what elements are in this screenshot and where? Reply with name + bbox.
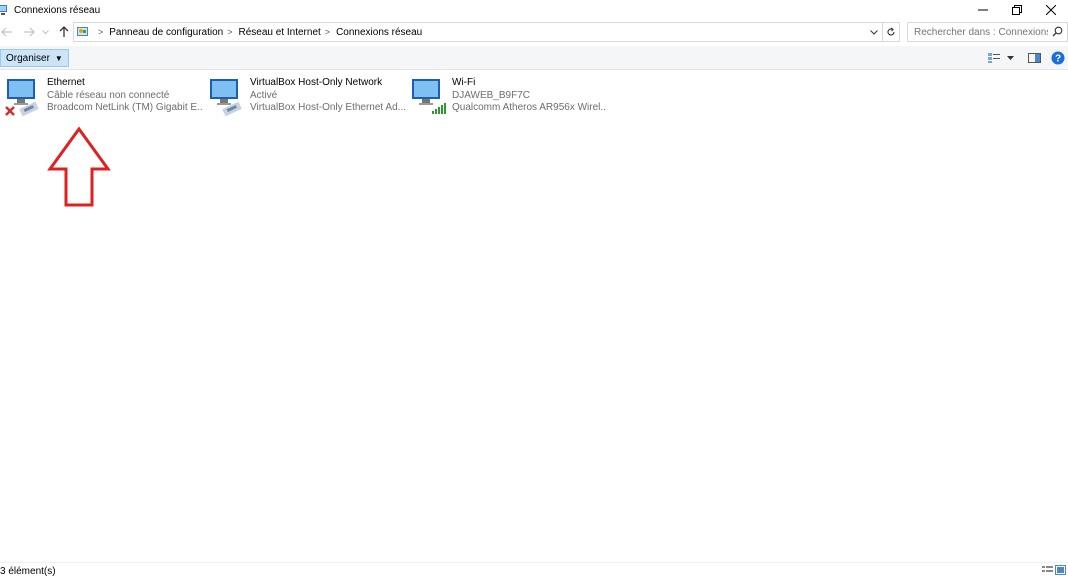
status-bar: 3 élément(s) [0,562,1068,580]
window-controls [966,0,1068,20]
close-button[interactable] [1034,0,1068,20]
connection-item-wifi[interactable]: Wi-Fi DJAWEB_B9F7C Qualcomm Atheros AR95… [405,75,607,119]
view-dropdown-button[interactable] [1004,49,1016,67]
search-icon [1052,26,1063,37]
address-bar[interactable]: > Panneau de configuration > Réseau et I… [73,22,900,42]
breadcrumb-network-connections[interactable]: Connexions réseau [336,27,422,38]
view-options: ? [984,49,1068,67]
red-up-arrow-icon [47,126,111,207]
command-bar: Organiser ▼ ? [0,46,1068,70]
refresh-button[interactable] [882,23,899,41]
breadcrumb-separator: > [324,27,331,37]
organize-label: Organiser [6,52,50,64]
navigation-bar: > Panneau de configuration > Réseau et I… [0,20,1068,44]
preview-pane-icon [1027,53,1041,63]
preview-pane-button[interactable] [1024,49,1044,67]
forward-arrow-icon [24,27,35,37]
connection-device: Broadcom NetLink (TM) Gigabit E... [47,102,202,113]
large-icons-view-icon [1055,565,1066,575]
item-count: 3 élément(s) [0,566,56,577]
chevron-down-icon [41,29,49,34]
organize-button[interactable]: Organiser ▼ [0,49,69,67]
window-title: Connexions réseau [14,4,101,16]
breadcrumb-network-internet[interactable]: Réseau et Internet [239,27,321,38]
restore-button[interactable] [1000,0,1034,20]
connection-device: VirtualBox Host-Only Ethernet Ad... [250,102,405,113]
refresh-icon [887,27,895,36]
connection-text: VirtualBox Host-Only Network Activé Virt… [250,77,405,115]
details-view-icon [1042,566,1053,572]
up-arrow-icon [59,26,69,37]
caret-down-icon: ▼ [54,53,63,63]
connection-item-virtualbox[interactable]: VirtualBox Host-Only Network Activé Virt… [203,75,405,119]
control-panel-icon [77,27,88,36]
status-view-buttons [1042,565,1066,578]
change-view-button[interactable] [984,49,1004,67]
search-input[interactable] [908,26,1048,38]
connection-text: Wi-Fi DJAWEB_B9F7C Qualcomm Atheros AR95… [452,77,607,115]
breadcrumb-separator: > [227,27,233,37]
connection-text: Ethernet Câble réseau non connecté Broad… [47,77,202,115]
svg-text:?: ? [1055,54,1061,65]
help-icon: ? [1051,51,1065,65]
view-details-icon [988,53,1000,63]
connection-name: Ethernet [47,77,85,88]
back-arrow-icon [1,27,12,37]
forward-button[interactable] [22,24,36,40]
breadcrumb-separator: > [98,27,104,37]
large-icons-view-button[interactable] [1055,565,1066,578]
connection-device: Qualcomm Atheros AR956x Wirel... [452,102,607,113]
search-box[interactable] [907,22,1068,42]
minimize-icon [978,9,988,11]
caret-down-icon [1006,56,1014,60]
connection-status: DJAWEB_B9F7C [452,89,530,101]
connection-status: Câble réseau non connecté [47,89,170,101]
connection-status: Activé [250,89,278,101]
back-button[interactable] [0,24,14,40]
breadcrumb-control-panel[interactable]: Panneau de configuration [109,27,223,38]
up-button[interactable] [57,24,71,40]
help-button[interactable]: ? [1048,49,1068,67]
connection-name: Wi-Fi [452,77,476,88]
ethernet-disconnected-icon [5,79,39,117]
details-view-button[interactable] [1042,565,1053,578]
chevron-down-icon [870,29,878,35]
ethernet-adapter-icon [210,79,242,117]
connection-name: VirtualBox Host-Only Network [250,77,383,88]
restore-icon [1012,5,1022,15]
network-connections-icon [0,5,7,15]
close-icon [1046,5,1056,15]
title-bar: Connexions réseau [0,0,1068,20]
address-dropdown-button[interactable] [867,25,881,39]
recent-locations-button[interactable] [40,24,50,40]
minimize-button[interactable] [966,0,1000,20]
wifi-adapter-icon [412,79,446,114]
connection-item-ethernet[interactable]: Ethernet Câble réseau non connecté Broad… [0,75,202,119]
